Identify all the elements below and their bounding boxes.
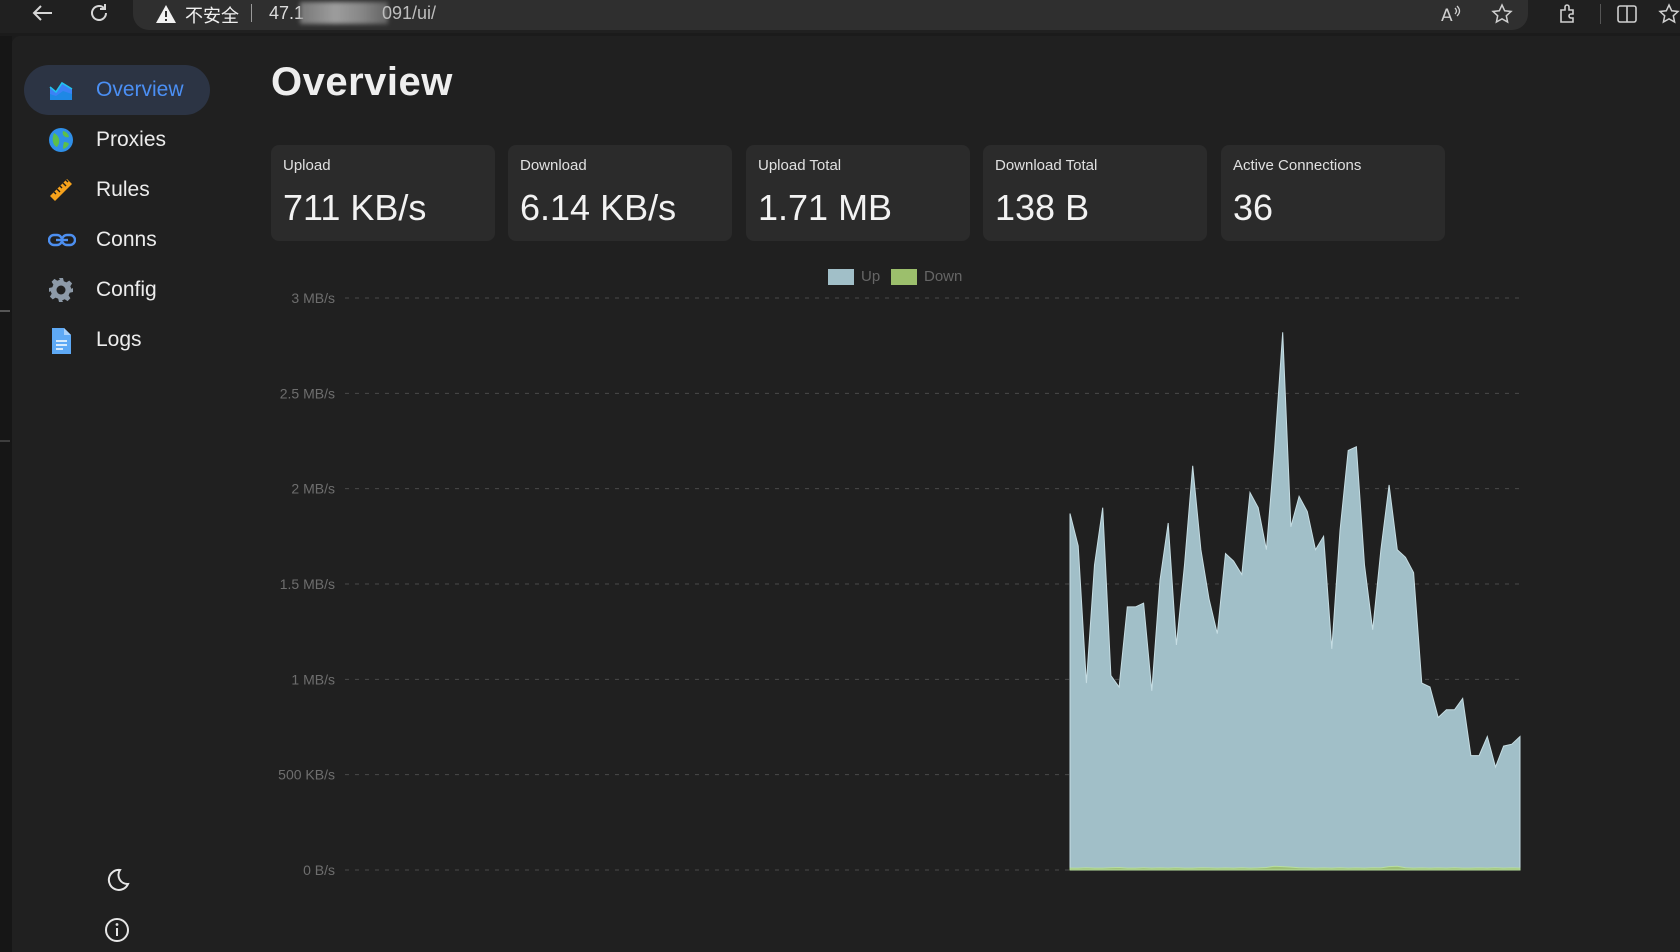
url-text-end: 091/ui/ — [382, 3, 437, 23]
stat-value: 6.14 KB/s — [520, 187, 677, 228]
split-screen-icon[interactable] — [1614, 2, 1640, 26]
globe-icon — [48, 127, 74, 153]
back-arrow-icon[interactable] — [28, 0, 58, 26]
window-edge-mark — [0, 310, 10, 312]
sidebar-item-label: Proxies — [96, 128, 167, 151]
traffic-chart: 0 B/s 500 KB/s 1 MB/s 1.5 MB/s 2 MB/s 2.5 MB/… — [278, 290, 1521, 878]
stat-label: Upload — [283, 157, 331, 174]
series-area-up — [1069, 332, 1521, 871]
favorite-star-icon[interactable] — [1489, 2, 1515, 26]
window-edge — [0, 36, 12, 952]
browser-toolbar: 不安全 47.1 091/ui/ A — [0, 0, 1680, 33]
redacted-url-segment — [300, 2, 388, 24]
stat-value: 1.71 MB — [758, 187, 893, 228]
link-icon — [47, 227, 77, 253]
reload-icon[interactable] — [84, 0, 114, 26]
address-divider — [251, 4, 252, 22]
y-tick-label: 2.5 MB/s — [280, 385, 335, 401]
warning-icon — [155, 4, 177, 24]
sidebar-item-label: Rules — [96, 178, 150, 201]
y-tick-label: 500 KB/s — [278, 767, 335, 783]
info-icon[interactable] — [103, 916, 131, 944]
y-tick-label: 0 B/s — [303, 862, 335, 878]
url-text: 47.1 — [269, 3, 305, 23]
page-title: Overview — [271, 60, 453, 104]
stat-label: Active Connections — [1233, 157, 1362, 174]
security-label: 不安全 — [185, 6, 239, 27]
stat-value: 36 — [1233, 187, 1274, 228]
y-tick-label: 2 MB/s — [291, 481, 335, 497]
stat-label: Upload Total — [758, 157, 842, 174]
sidebar-item-label: Logs — [96, 328, 142, 351]
stat-label: Download Total — [995, 157, 1098, 174]
svg-text:A: A — [1441, 6, 1453, 24]
stat-card-upload-total: Upload Total 1.71 MB — [746, 145, 970, 241]
y-tick-label: 3 MB/s — [291, 290, 335, 306]
sidebar-item-logs[interactable]: Logs — [24, 315, 210, 365]
y-tick-label: 1.5 MB/s — [280, 576, 335, 592]
y-tick-label: 1 MB/s — [291, 671, 335, 687]
document-icon — [48, 327, 74, 354]
stat-label: Download — [520, 157, 587, 174]
sidebar-item-proxies[interactable]: Proxies — [24, 115, 210, 165]
stat-card-download-total: Download Total 138 B — [983, 145, 1207, 241]
read-aloud-icon[interactable]: A — [1438, 2, 1464, 26]
sidebar-item-rules[interactable]: Rules — [24, 165, 210, 215]
sidebar-item-conns[interactable]: Conns — [24, 215, 210, 265]
sidebar-item-label: Conns — [96, 228, 157, 251]
stat-value: 138 B — [995, 187, 1090, 228]
window-edge-mark — [0, 440, 10, 442]
sidebar-item-config[interactable]: Config — [24, 265, 210, 315]
moon-icon[interactable] — [103, 866, 131, 894]
ruler-icon — [48, 177, 74, 203]
sidebar-item-label: Overview — [96, 78, 184, 101]
extensions-icon[interactable] — [1555, 2, 1581, 26]
sidebar-item-overview[interactable]: Overview — [24, 65, 210, 115]
sidebar-item-label: Config — [96, 278, 157, 301]
stat-card-download: Download 6.14 KB/s — [508, 145, 732, 241]
stat-card-upload: Upload 711 KB/s — [271, 145, 495, 241]
stat-value: 711 KB/s — [283, 187, 427, 228]
chart-area-icon — [48, 77, 74, 103]
collections-icon[interactable] — [1656, 2, 1680, 26]
toolbar-divider — [1600, 4, 1601, 24]
stat-card-active-connections: Active Connections 36 — [1221, 145, 1445, 241]
gear-icon — [48, 277, 74, 303]
